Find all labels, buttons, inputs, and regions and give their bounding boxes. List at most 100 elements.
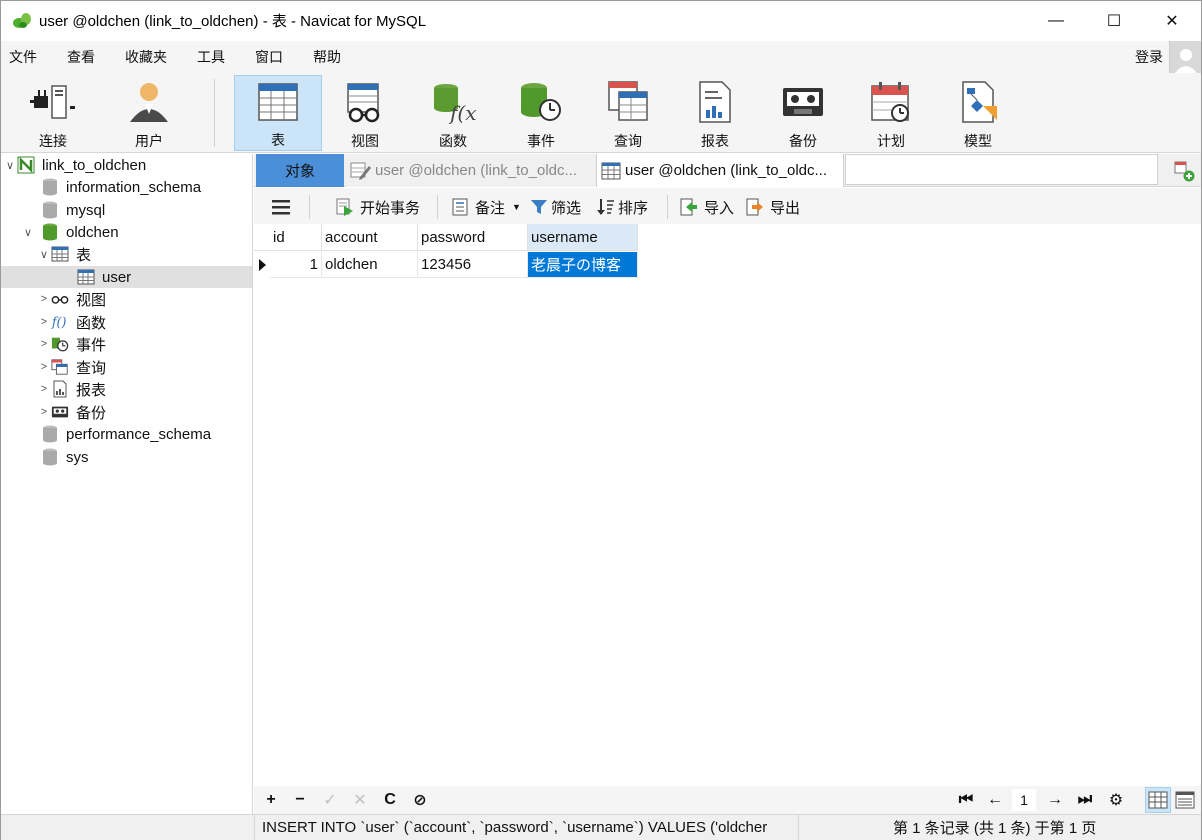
column-header-account[interactable]: account — [322, 224, 418, 251]
add-record-button[interactable]: + — [261, 790, 281, 810]
ribbon-table-label: 表 — [271, 132, 285, 148]
last-page-button[interactable]: ⏭ — [1075, 790, 1095, 810]
ribbon-report-button[interactable]: 报表 — [671, 75, 759, 151]
ribbon-view-button[interactable]: 视图 — [321, 75, 409, 151]
ribbon-user-button[interactable]: 用户 — [105, 75, 193, 151]
tree-queries-group[interactable]: > 查询 — [1, 356, 252, 378]
grid-view-button[interactable] — [1145, 787, 1171, 813]
ribbon-event-button[interactable]: 事件 — [497, 75, 585, 151]
ribbon-report-label: 报表 — [701, 133, 729, 149]
menu-help[interactable]: 帮助 — [304, 47, 350, 67]
column-header-username[interactable]: username — [528, 224, 638, 251]
begin-transaction-button[interactable]: 开始事务 — [336, 196, 420, 218]
login-link[interactable]: 登录 — [1135, 47, 1163, 67]
form-view-button[interactable] — [1172, 787, 1198, 813]
memo-button[interactable]: 备注 ▼ — [451, 196, 521, 218]
chevron-right-icon[interactable]: > — [37, 338, 51, 350]
tree-db-information-schema[interactable]: information_schema — [1, 176, 252, 198]
ribbon-connect-button[interactable]: 连接 — [9, 75, 97, 151]
tree-reports-group[interactable]: > 报表 — [1, 378, 252, 400]
transaction-icon — [336, 198, 353, 216]
chevron-right-icon[interactable]: > — [37, 293, 51, 305]
first-page-button[interactable]: ⏮ — [956, 790, 976, 810]
ribbon-table-button[interactable]: 表 — [234, 75, 322, 151]
tab-table-data[interactable]: user @oldchen (link_to_oldc... — [596, 154, 844, 187]
sort-button[interactable]: 排序 — [597, 196, 648, 218]
tree-table-user[interactable]: user — [1, 266, 252, 288]
tree-db-performance-schema[interactable]: performance_schema — [1, 423, 252, 445]
chevron-down-icon[interactable]: ∨ — [21, 226, 35, 239]
chevron-right-icon[interactable]: > — [37, 406, 51, 418]
ribbon-backup-label: 备份 — [789, 133, 817, 149]
refresh-button[interactable]: C — [380, 790, 400, 810]
status-bar: INSERT INTO `user` (`account`, `password… — [1, 814, 1201, 840]
tree-tables-group[interactable]: ∨ 表 — [1, 243, 252, 265]
menu-favorites[interactable]: 收藏夹 — [116, 47, 176, 67]
close-button[interactable]: ✕ — [1143, 1, 1201, 40]
chevron-right-icon[interactable]: > — [37, 361, 51, 373]
apply-changes-button[interactable]: ✓ — [320, 790, 340, 810]
cell-password[interactable]: 123456 — [418, 252, 528, 278]
tree-functions-label: 函数 — [76, 314, 107, 332]
menu-file[interactable]: 文件 — [1, 47, 46, 67]
previous-page-button[interactable]: ← — [985, 790, 1005, 810]
discard-changes-button[interactable]: ✕ — [350, 790, 370, 810]
tab-objects[interactable]: 对象 — [256, 154, 344, 187]
memo-icon — [452, 198, 468, 216]
new-tab-icon[interactable] — [1173, 160, 1195, 182]
stop-button[interactable]: ⊘ — [410, 790, 430, 810]
data-grid: id account password username 1 oldchen 1… — [254, 224, 1201, 786]
page-number-input[interactable]: 1 — [1012, 789, 1036, 811]
chevron-right-icon[interactable]: > — [37, 316, 51, 328]
tree-functions-group[interactable]: > f() 函数 — [1, 311, 252, 333]
tree-events-group[interactable]: > 事件 — [1, 333, 252, 355]
avatar[interactable] — [1169, 41, 1201, 73]
tree-backups-group[interactable]: > 备份 — [1, 401, 252, 423]
hamburger-menu-button[interactable] — [272, 196, 290, 218]
ribbon-query-button[interactable]: 查询 — [584, 75, 672, 151]
ribbon-schedule-button[interactable]: 计划 — [847, 75, 935, 151]
next-page-button[interactable]: → — [1045, 790, 1065, 810]
dropdown-arrow-icon[interactable]: ▼ — [512, 202, 521, 212]
maximize-button[interactable]: ☐ — [1085, 1, 1143, 40]
import-button[interactable]: 导入 — [680, 196, 734, 218]
memo-label: 备注 — [475, 199, 506, 217]
menu-view[interactable]: 查看 — [58, 47, 104, 67]
sort-icon — [597, 199, 614, 215]
settings-button[interactable]: ⚙ — [1106, 790, 1126, 810]
tab-table-design[interactable]: user @oldchen (link_to_oldc... — [346, 154, 596, 187]
menu-window[interactable]: 窗口 — [246, 47, 292, 67]
tree-db-oldchen[interactable]: ∨ oldchen — [1, 221, 252, 243]
tree-views-group[interactable]: > 视图 — [1, 288, 252, 310]
delete-record-button[interactable]: − — [290, 790, 310, 810]
tree-db-label: performance_schema — [66, 425, 212, 443]
tree-db-label: mysql — [66, 201, 106, 219]
function-icon: f() — [51, 313, 69, 331]
tree-connection[interactable]: ∨ link_to_oldchen — [1, 154, 252, 176]
ribbon-function-button[interactable]: f(x) 函数 — [409, 75, 497, 151]
export-icon — [746, 198, 763, 216]
export-button[interactable]: 导出 — [746, 196, 800, 218]
current-row-indicator-icon — [254, 252, 270, 278]
chevron-down-icon[interactable]: ∨ — [37, 248, 51, 261]
cell-username[interactable]: 老晨子の博客 — [528, 252, 638, 278]
begin-transaction-label: 开始事务 — [360, 199, 421, 217]
ribbon-model-button[interactable]: 模型 — [934, 75, 1022, 151]
tree-db-sys[interactable]: sys — [1, 446, 252, 468]
chevron-right-icon[interactable]: > — [37, 383, 51, 395]
user-icon — [130, 83, 168, 122]
cell-account[interactable]: oldchen — [322, 252, 418, 278]
filter-button[interactable]: 筛选 — [530, 196, 581, 218]
tree-table-user-label: user — [102, 268, 132, 286]
column-header-id[interactable]: id — [270, 224, 322, 251]
minimize-button[interactable]: — — [1027, 1, 1085, 40]
tree-backups-label: 备份 — [76, 404, 107, 422]
ribbon-backup-button[interactable]: 备份 — [759, 75, 847, 151]
chevron-down-icon[interactable]: ∨ — [3, 159, 17, 172]
cell-id[interactable]: 1 — [270, 252, 322, 278]
ribbon-function-label: 函数 — [439, 133, 467, 149]
tree-db-mysql[interactable]: mysql — [1, 199, 252, 221]
menu-tools[interactable]: 工具 — [188, 47, 234, 67]
column-header-password[interactable]: password — [418, 224, 528, 251]
tree-queries-label: 查询 — [76, 359, 107, 377]
